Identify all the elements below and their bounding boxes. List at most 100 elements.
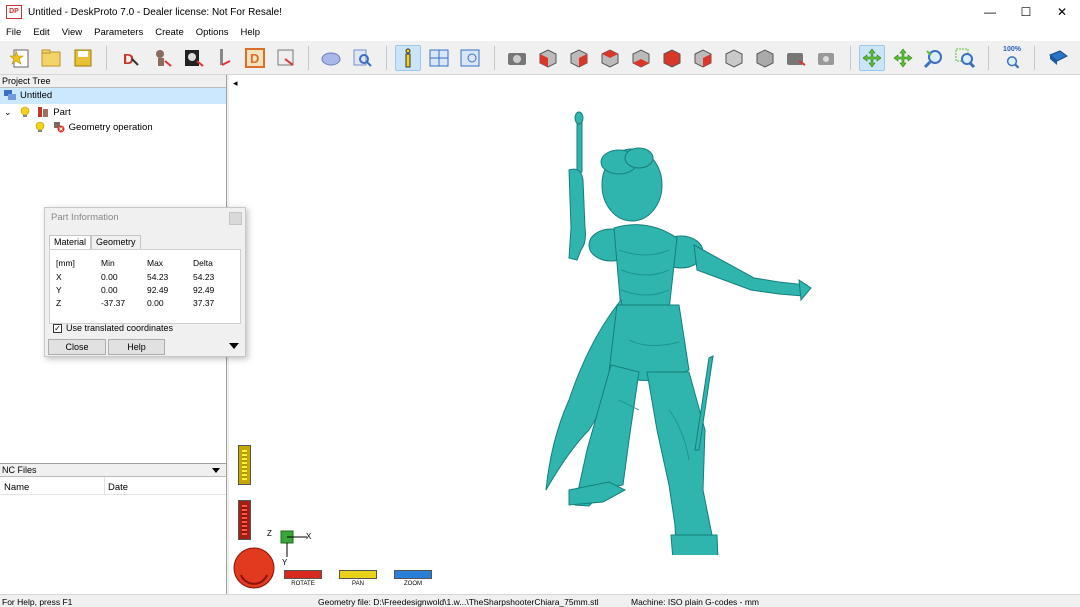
- column-header-name[interactable]: Name: [4, 482, 29, 493]
- table-cell: 0.00: [147, 298, 164, 308]
- table-cell: 0.00: [101, 272, 118, 282]
- menu-file[interactable]: File: [0, 27, 27, 38]
- dialog-title: Part Information: [51, 212, 119, 223]
- save-nc-icon[interactable]: [273, 45, 299, 71]
- 3d-viewport[interactable]: ◂ Z X Y ROTATE PAN ZOOM: [229, 75, 1080, 594]
- table-cell: Z: [56, 298, 62, 308]
- checkbox-checkmark[interactable]: ✓: [53, 323, 62, 333]
- close-button[interactable]: ✕: [1044, 0, 1080, 24]
- pan-slider[interactable]: [238, 445, 251, 485]
- view-front-icon[interactable]: [535, 45, 561, 71]
- help-button[interactable]: Help: [108, 339, 165, 355]
- part-information-dialog: Part Information Material Geometry [mm] …: [44, 207, 246, 357]
- rotate-dial[interactable]: [233, 547, 275, 589]
- nc-files-panel: NC Files Name Date: [0, 463, 226, 594]
- menu-edit[interactable]: Edit: [27, 27, 55, 38]
- view-iso-1-icon[interactable]: [721, 45, 747, 71]
- menu-create[interactable]: Create: [149, 27, 190, 38]
- zoom-100-label: 100%: [1003, 46, 1021, 53]
- part-icon: [37, 106, 49, 118]
- tab-material[interactable]: Material: [49, 235, 92, 250]
- bulb-icon[interactable]: [19, 106, 31, 118]
- view-back-icon[interactable]: [566, 45, 592, 71]
- menu-parameters[interactable]: Parameters: [88, 27, 149, 38]
- use-translated-coordinates-checkbox[interactable]: ✓ Use translated coordinates: [53, 323, 173, 333]
- menu-help[interactable]: Help: [234, 27, 266, 38]
- part-icon[interactable]: [318, 45, 344, 71]
- pan-icon[interactable]: [890, 45, 916, 71]
- table-header: Max: [147, 258, 164, 268]
- snapshot-2-icon[interactable]: [814, 45, 840, 71]
- tab-geometry[interactable]: Geometry: [91, 235, 141, 249]
- table-header: Delta: [193, 258, 213, 268]
- svg-text:D: D: [250, 51, 259, 66]
- maximize-button[interactable]: ☐: [1008, 0, 1044, 24]
- info-icon[interactable]: [395, 45, 421, 71]
- project-icon: [4, 89, 16, 101]
- wizard-3-icon[interactable]: [181, 45, 207, 71]
- rotate-bar: [284, 570, 322, 579]
- table-cell: 37.37: [193, 298, 215, 308]
- camera-icon[interactable]: [504, 45, 530, 71]
- close-dialog-button[interactable]: Close: [48, 339, 106, 355]
- wizard-d-icon[interactable]: D: [242, 45, 268, 71]
- find-icon[interactable]: [349, 45, 375, 71]
- snapshot-icon[interactable]: [783, 45, 809, 71]
- toolbar: D D 100%: [0, 41, 1080, 75]
- rotate-control[interactable]: ROTATE: [284, 570, 322, 592]
- nc-files-columns: Name Date: [0, 477, 226, 495]
- new-icon[interactable]: [8, 45, 34, 71]
- tree-item-project[interactable]: Untitled: [0, 88, 226, 104]
- save-icon[interactable]: [70, 45, 96, 71]
- view-top-icon[interactable]: [659, 45, 685, 71]
- table-header: Min: [101, 258, 115, 268]
- expand-chevron-icon[interactable]: ⌄: [4, 104, 16, 120]
- tree-item-label: Part: [53, 107, 71, 118]
- table-cell: 92.49: [147, 285, 169, 295]
- zoom-in-icon[interactable]: [921, 45, 947, 71]
- menu-bar: File Edit View Parameters Create Options…: [0, 24, 1080, 41]
- pan-label: PAN: [352, 581, 364, 587]
- wizard-1-icon[interactable]: D: [118, 45, 144, 71]
- tree-item-geometry-operation[interactable]: Geometry operation: [0, 120, 226, 136]
- zoom-label: ZOOM: [404, 581, 422, 587]
- pan-control[interactable]: PAN: [339, 570, 377, 592]
- zoom-100-icon[interactable]: 100%: [999, 45, 1025, 71]
- rotate-icon[interactable]: [859, 45, 885, 71]
- menu-view[interactable]: View: [56, 27, 88, 38]
- status-bar: For Help, press F1 Geometry file: D:\Fre…: [0, 594, 1080, 607]
- view-right-icon[interactable]: [628, 45, 654, 71]
- zoom-window-icon[interactable]: [952, 45, 978, 71]
- checkbox-label: Use translated coordinates: [66, 323, 174, 333]
- dropdown-arrow-icon[interactable]: [212, 468, 220, 473]
- table-cell: Y: [56, 285, 62, 295]
- collapse-arrow-icon[interactable]: ◂: [233, 78, 238, 89]
- book-icon[interactable]: [1045, 45, 1071, 71]
- zoom-control[interactable]: ZOOM: [394, 570, 432, 592]
- status-machine: Machine: ISO plain G-codes - mm: [631, 597, 760, 607]
- column-header-date[interactable]: Date: [108, 482, 128, 493]
- nc-files-header[interactable]: NC Files: [0, 464, 226, 477]
- minimize-button[interactable]: —: [972, 0, 1008, 24]
- window-title: Untitled - DeskProto 7.0 - Dealer licens…: [28, 6, 282, 18]
- app-logo-icon: DP: [6, 5, 22, 19]
- details-icon[interactable]: [457, 45, 483, 71]
- open-icon[interactable]: [38, 45, 64, 71]
- wizard-2-icon[interactable]: [150, 45, 176, 71]
- tree-item-part[interactable]: ⌄ Part: [0, 104, 226, 120]
- table-cell: 54.23: [147, 272, 169, 282]
- axis-y-label: Y: [282, 558, 288, 567]
- zoom-slider[interactable]: [238, 500, 251, 540]
- dialog-tabs: Material Geometry: [49, 235, 141, 250]
- dialog-close-icon[interactable]: [229, 212, 242, 225]
- 3d-model[interactable]: [529, 110, 829, 555]
- bulb-icon[interactable]: [34, 121, 46, 133]
- view-iso-2-icon[interactable]: [752, 45, 778, 71]
- menu-options[interactable]: Options: [190, 27, 235, 38]
- layout-icon[interactable]: [426, 45, 452, 71]
- expand-arrow-icon[interactable]: [229, 343, 239, 349]
- view-left-icon[interactable]: [597, 45, 623, 71]
- view-bottom-icon[interactable]: [690, 45, 716, 71]
- tree-item-label: Geometry operation: [68, 122, 153, 133]
- wizard-4-icon[interactable]: [212, 45, 238, 71]
